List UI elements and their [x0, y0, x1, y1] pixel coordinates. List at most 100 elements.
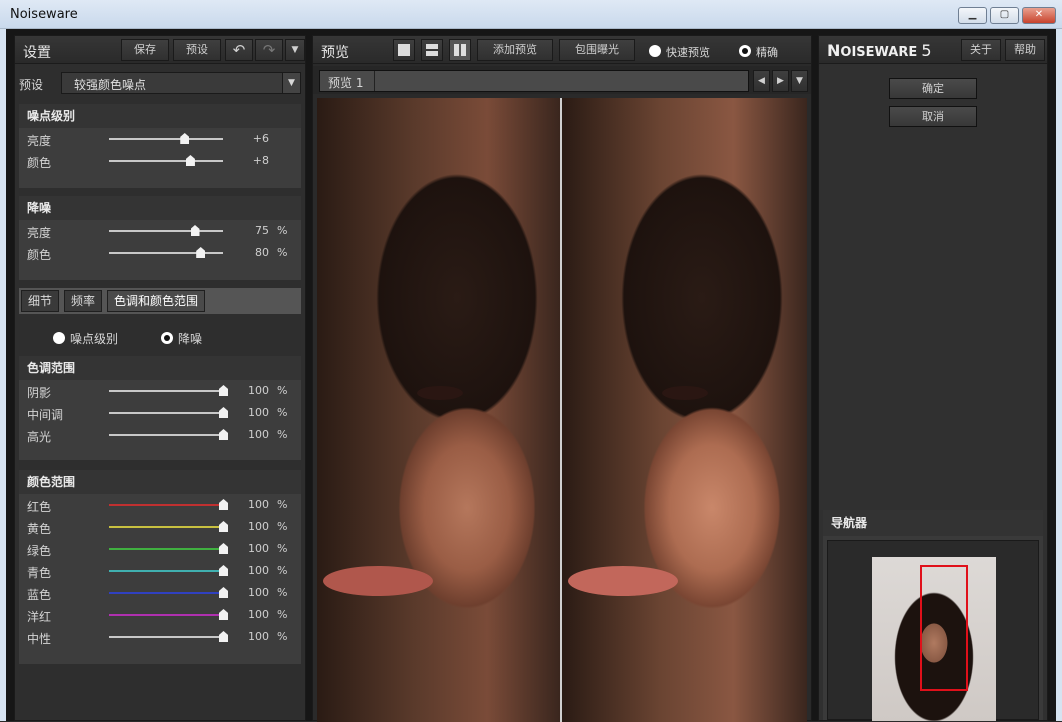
cancel-button[interactable]: 取消 [889, 106, 977, 127]
slider-track[interactable] [109, 385, 228, 396]
slider-value[interactable]: 100 [243, 586, 269, 599]
slider-row: 中性 100% [19, 626, 301, 648]
help-button[interactable]: 帮助 [1005, 39, 1045, 61]
radio-accurate-label: 精确 [756, 46, 778, 59]
slider-row: 亮度 +6 [19, 128, 301, 150]
slider-handle[interactable] [190, 225, 200, 236]
slider-handle[interactable] [219, 499, 228, 510]
slider-handle[interactable] [219, 521, 228, 532]
slider-track[interactable] [109, 225, 223, 236]
settings-menu-button[interactable]: ▼ [285, 39, 305, 61]
slider-value[interactable]: 100 [243, 428, 269, 441]
save-button[interactable]: 保存 [121, 39, 169, 61]
radio-noise-level[interactable]: 噪点级别 [53, 330, 143, 346]
slider-handle[interactable] [219, 587, 228, 598]
slider-value[interactable]: 100 [243, 498, 269, 511]
slider-track[interactable] [109, 247, 223, 258]
radio-accurate-dot [739, 45, 751, 57]
preset-row: 预设 较强颜色噪点 ▼ [15, 72, 305, 96]
slider-handle[interactable] [219, 631, 228, 642]
radio-accurate[interactable]: 精确 [739, 43, 799, 59]
radio-fast-preview[interactable]: 快速预览 [649, 43, 729, 59]
client-area: 设置 保存 预设 ↶ ↷ ▼ 预设 较强颜色噪点 ▼ 噪点级别 亮度 +6 颜色 +8… [6, 29, 1056, 722]
split-horizontal-button[interactable] [421, 39, 443, 61]
slider-handle[interactable] [180, 133, 190, 144]
undo-button[interactable]: ↶ [225, 39, 253, 61]
slider-track[interactable] [109, 631, 228, 642]
denoise-title: 降噪 [19, 196, 301, 220]
slider-handle[interactable] [219, 385, 228, 396]
split-vertical-button[interactable] [449, 39, 471, 61]
scroll-left-button[interactable]: ◀ [753, 70, 770, 92]
slider-handle[interactable] [219, 407, 228, 418]
preset-button[interactable]: 预设 [173, 39, 221, 61]
scroll-right-button[interactable]: ▶ [772, 70, 789, 92]
slider-label: 绿色 [27, 544, 52, 558]
minimize-button[interactable]: ▁ [958, 7, 987, 24]
slider-value[interactable]: 100 [243, 564, 269, 577]
slider-track[interactable] [109, 521, 228, 532]
slider-value[interactable]: +8 [243, 154, 269, 167]
slider-value[interactable]: 80 [243, 246, 269, 259]
slider-track[interactable] [109, 565, 228, 576]
slider-handle[interactable] [185, 155, 195, 166]
slider-track[interactable] [109, 407, 228, 418]
slider-value[interactable]: 100 [243, 520, 269, 533]
undo-icon: ↶ [232, 41, 246, 59]
slider-track[interactable] [109, 429, 228, 440]
slider-row: 红色 100% [19, 494, 301, 516]
preview-menu-button[interactable]: ▼ [791, 70, 808, 92]
preview-canvas[interactable] [317, 98, 807, 722]
slider-handle[interactable] [219, 429, 228, 440]
close-button[interactable]: ✕ [1022, 7, 1056, 24]
about-button[interactable]: 关于 [961, 39, 1001, 61]
slider-value[interactable]: +6 [243, 132, 269, 145]
slider-unit: % [277, 224, 288, 237]
slider-value[interactable]: 100 [243, 608, 269, 621]
slider-value[interactable]: 100 [243, 630, 269, 643]
bracket-button[interactable]: 包围曝光 [559, 39, 635, 61]
slider-handle[interactable] [219, 543, 228, 554]
tab-tone-color-range[interactable]: 色调和颜色范围 [107, 290, 206, 312]
slider-value[interactable]: 100 [243, 542, 269, 555]
maximize-button[interactable]: ▢ [990, 7, 1019, 24]
split-horizontal-icon [426, 44, 438, 56]
slider-handle[interactable] [196, 247, 206, 258]
slider-row: 颜色 80% [19, 242, 301, 264]
redo-button[interactable]: ↷ [255, 39, 283, 61]
preset-select[interactable]: 较强颜色噪点 ▼ [61, 72, 301, 94]
navigator-viewport-box[interactable] [920, 565, 968, 691]
color-range-group: 颜色范围 红色 100% 黄色 100% 绿色 100% 青色 100% 蓝色 100% 洋红 100… [19, 470, 301, 664]
slider-track[interactable] [109, 587, 228, 598]
tab-frequency[interactable]: 频率 [64, 290, 103, 312]
slider-value[interactable]: 100 [243, 384, 269, 397]
redo-icon: ↷ [262, 41, 276, 59]
single-view-button[interactable] [393, 39, 415, 61]
application-window: Noiseware ▁ ▢ ✕ 设置 保存 预设 ↶ ↷ ▼ 预设 较强颜色噪点… [0, 0, 1062, 722]
slider-track[interactable] [109, 133, 223, 144]
slider-value[interactable]: 100 [243, 406, 269, 419]
slider-handle[interactable] [219, 609, 228, 620]
right-header: NOISEWARE 5 关于 帮助 [819, 36, 1047, 64]
slider-track[interactable] [109, 499, 228, 510]
slider-unit: % [277, 246, 288, 259]
slider-track[interactable] [109, 543, 228, 554]
slider-row: 黄色 100% [19, 516, 301, 538]
tab-detail[interactable]: 细节 [21, 290, 60, 312]
slider-value[interactable]: 75 [243, 224, 269, 237]
logo-small: OISEWARE [840, 45, 918, 60]
settings-panel: 设置 保存 预设 ↶ ↷ ▼ 预设 较强颜色噪点 ▼ 噪点级别 亮度 +6 颜色 +8… [14, 35, 306, 721]
radio-fast-preview-label: 快速预览 [666, 46, 710, 59]
tone-range-group: 色调范围 阴影 100% 中间调 100% 高光 100% [19, 356, 301, 460]
slider-row: 颜色 +8 [19, 150, 301, 172]
radio-denoise[interactable]: 降噪 [161, 330, 241, 346]
slider-row: 绿色 100% [19, 538, 301, 560]
slider-track[interactable] [109, 609, 228, 620]
slider-handle[interactable] [219, 565, 228, 576]
ok-button[interactable]: 确定 [889, 78, 977, 99]
add-preview-button[interactable]: 添加预览 [477, 39, 553, 61]
navigator-thumbnail[interactable] [872, 557, 996, 721]
slider-track[interactable] [109, 155, 223, 166]
preview-tab[interactable]: 预览 1 [319, 70, 749, 92]
slider-row: 蓝色 100% [19, 582, 301, 604]
